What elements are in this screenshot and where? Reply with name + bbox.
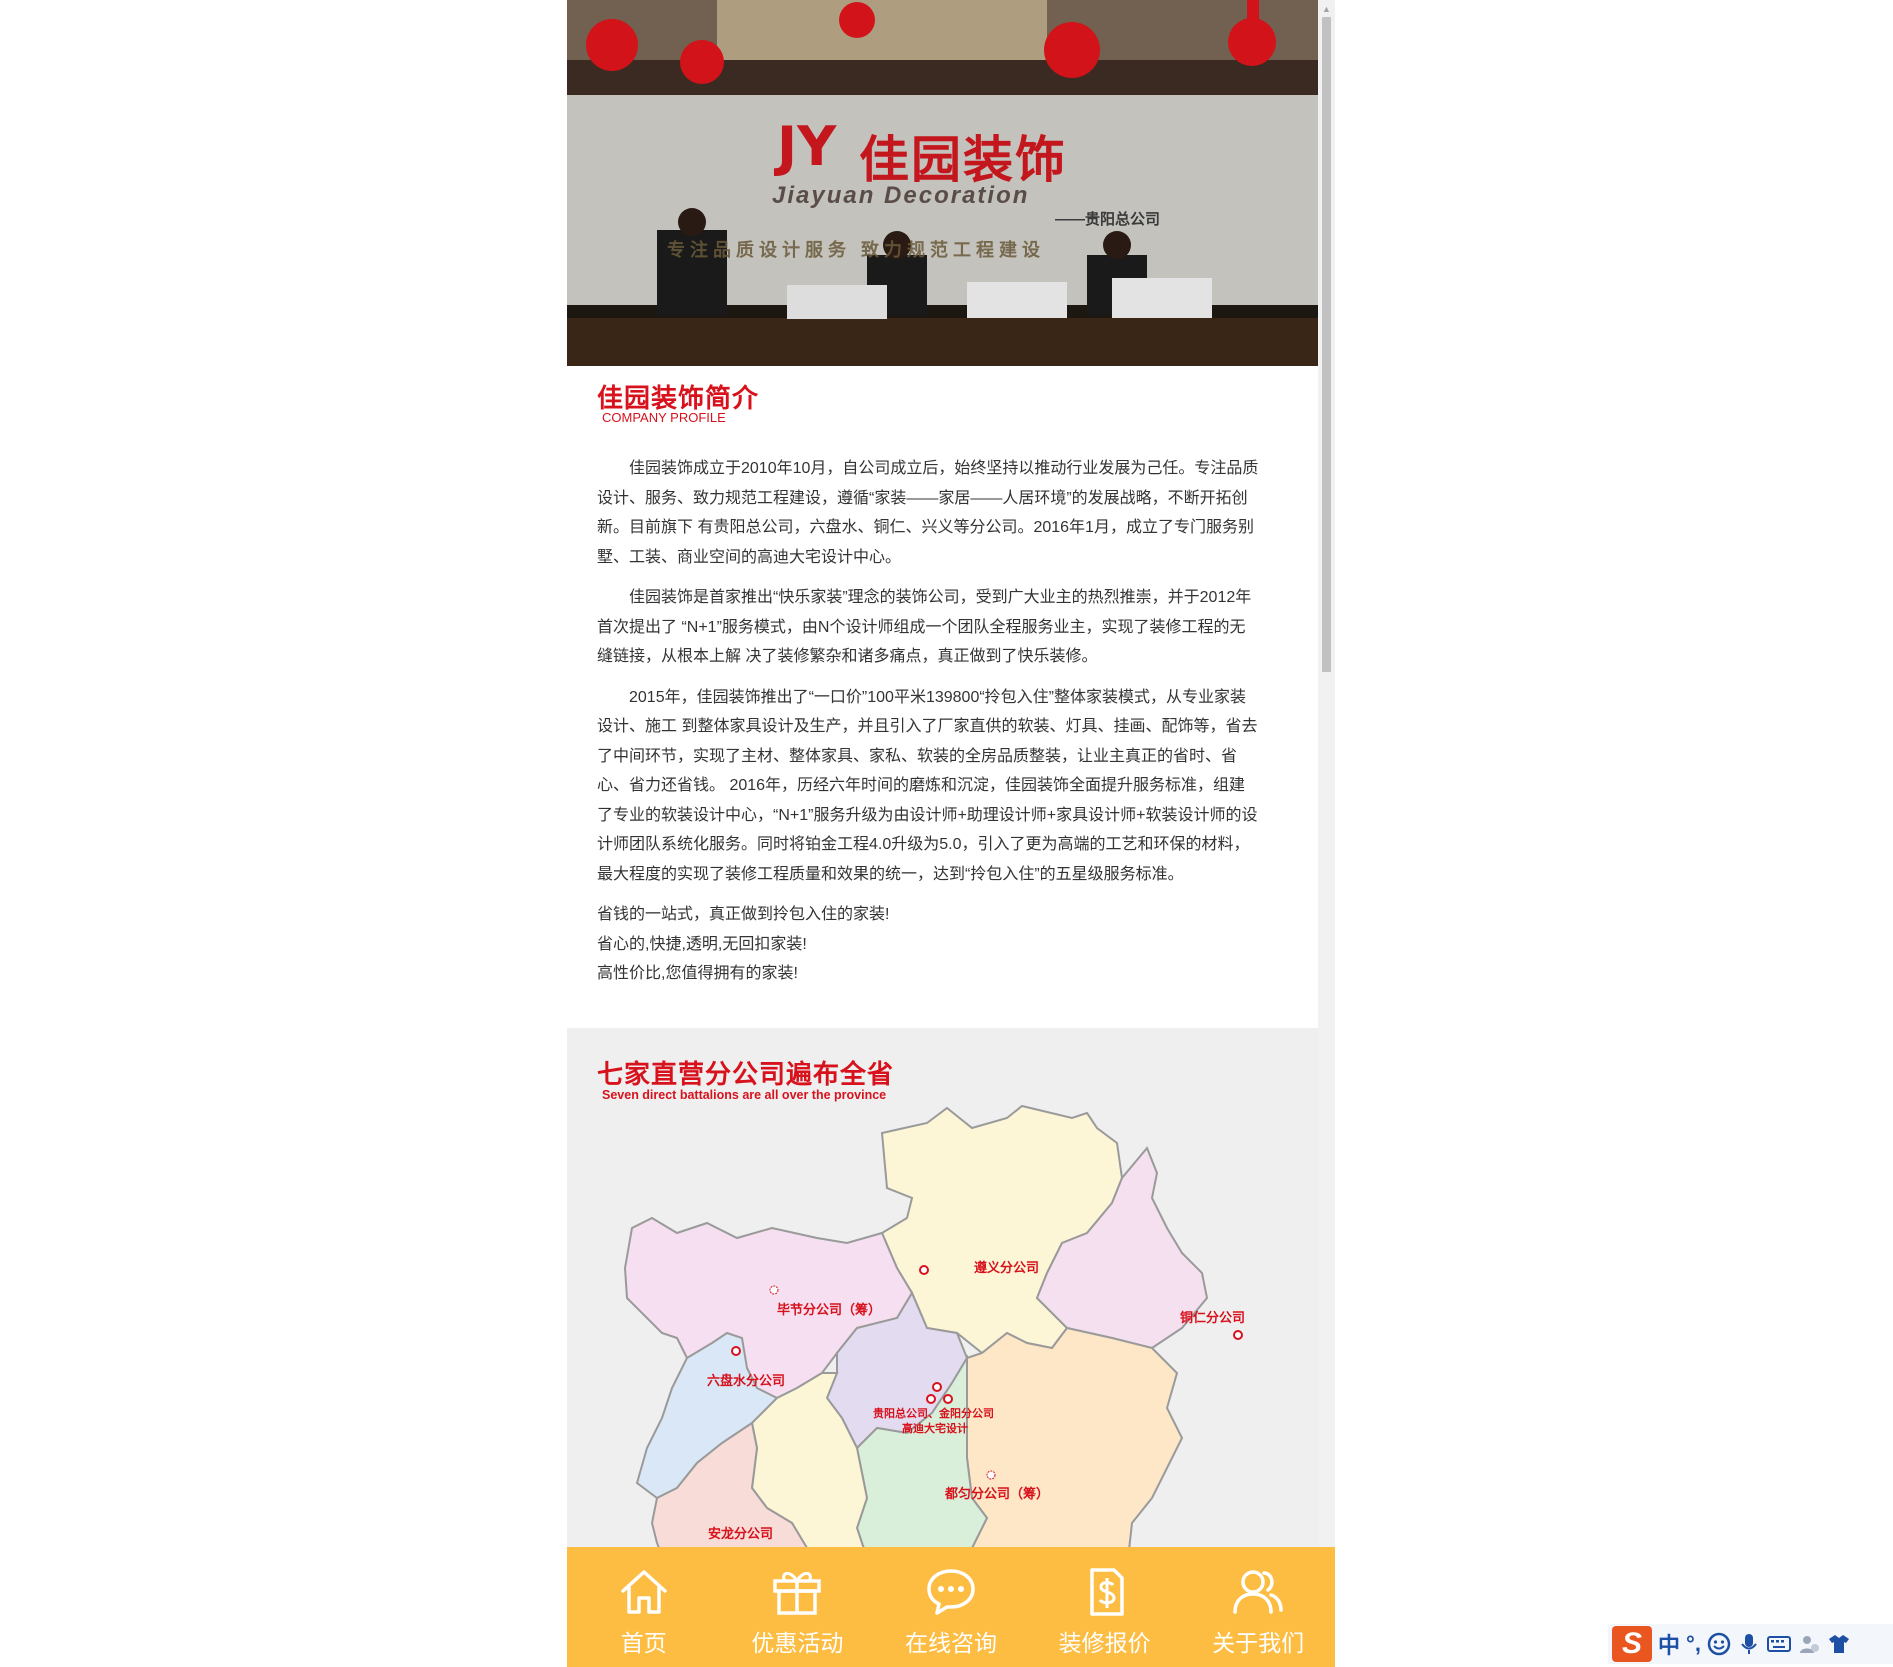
hero-brand-english: Jiayuan Decoration bbox=[772, 182, 1030, 209]
section-subtitle: COMPANY PROFILE bbox=[602, 410, 726, 425]
home-icon bbox=[621, 1570, 667, 1614]
ime-language-toggle[interactable]: 中 bbox=[1658, 1628, 1680, 1660]
nav-quote[interactable]: 装修报价 bbox=[1028, 1547, 1182, 1667]
nav-home[interactable]: 首页 bbox=[567, 1547, 721, 1667]
bottom-nav-bar: 首页 优惠活动 在线咨询 装修报价 关于我们 bbox=[567, 1547, 1335, 1667]
nav-label: 首页 bbox=[620, 1631, 667, 1657]
map-label-zunyi: 遵义分公司 bbox=[974, 1260, 1040, 1275]
hero-slogan: 专注品质设计服务 致力规范工程建设 bbox=[667, 240, 1045, 260]
hero-branch-label: ——贵阳总公司 bbox=[1055, 211, 1161, 228]
nav-label: 优惠活动 bbox=[751, 1631, 844, 1657]
profile-paragraph: 2015年，佳园装饰推出了“一口价”100平米139800“拎包入住”整体家装模… bbox=[597, 688, 1258, 883]
tagline: 省钱的一站式，真正做到拎包入住的家装! bbox=[597, 906, 890, 923]
skin-shirt-icon[interactable] bbox=[1827, 1632, 1851, 1656]
svg-text:JY: JY bbox=[773, 115, 837, 178]
emoji-icon[interactable] bbox=[1707, 1632, 1731, 1656]
nav-label: 装修报价 bbox=[1058, 1631, 1151, 1657]
profile-paragraph: 佳园装饰成立于2010年10月，自公司成立后，始终坚持以推动行业发展为己任。专注… bbox=[597, 460, 1259, 566]
nav-label: 在线咨询 bbox=[904, 1631, 997, 1657]
ime-toolbar: S 中 °, bbox=[1608, 1624, 1893, 1664]
nav-promotions[interactable]: 优惠活动 bbox=[721, 1547, 875, 1667]
map-label-gaodi: 高迪大宅设计 bbox=[902, 1423, 968, 1435]
tagline: 省心的,快捷,透明,无回扣家装! bbox=[597, 935, 807, 953]
map-label-guiyang: 贵阳总公司、金阳分公司 bbox=[873, 1408, 994, 1420]
mobile-page: JY 佳园装饰 Jiayuan Decoration ——贵阳总公司 专注品质设… bbox=[567, 0, 1335, 1667]
user-account-icon[interactable] bbox=[1797, 1632, 1821, 1656]
nav-about[interactable]: 关于我们 bbox=[1181, 1547, 1335, 1667]
price-tag-icon bbox=[1089, 1568, 1124, 1616]
nav-consult[interactable]: 在线咨询 bbox=[874, 1547, 1028, 1667]
company-profile-section: 佳园装饰简介 COMPANY PROFILE 佳园装饰成立于2010年10月，自… bbox=[567, 366, 1318, 1028]
scroll-up-arrow-icon[interactable]: ▲ bbox=[1322, 4, 1331, 14]
chat-icon bbox=[927, 1569, 975, 1615]
sogou-logo-icon[interactable]: S bbox=[1612, 1626, 1652, 1662]
tagline: 高性价比,您值得拥有的家装! bbox=[597, 965, 798, 982]
nav-label: 关于我们 bbox=[1212, 1631, 1305, 1657]
hero-banner: JY 佳园装饰 Jiayuan Decoration ——贵阳总公司 专注品质设… bbox=[567, 0, 1318, 366]
ime-punctuation-toggle[interactable]: °, bbox=[1686, 1631, 1701, 1657]
section-subtitle: Seven direct battalions are all over the… bbox=[602, 1088, 887, 1102]
keyboard-icon[interactable] bbox=[1766, 1632, 1791, 1656]
profile-paragraph: 佳园装饰是首家推出“快乐家装”理念的装饰公司，受到广大业主的热烈推崇，并于201… bbox=[597, 589, 1252, 665]
gift-icon bbox=[773, 1572, 822, 1615]
users-icon bbox=[1233, 1570, 1283, 1614]
microphone-icon[interactable] bbox=[1737, 1632, 1761, 1656]
map-label-anlong: 安龙分公司 bbox=[708, 1526, 774, 1541]
map-label-tongren: 铜仁分公司 bbox=[1180, 1310, 1246, 1325]
section-title: 七家直营分公司遍布全省 bbox=[597, 1059, 895, 1089]
map-label-liupanshui: 六盘水分公司 bbox=[707, 1373, 786, 1388]
map-label-bijie: 毕节分公司（筹） bbox=[777, 1302, 882, 1317]
profile-text: 佳园装饰成立于2010年10月，自公司成立后，始终坚持以推动行业发展为己任。专注… bbox=[597, 454, 1261, 989]
map-label-duyun: 都匀分公司（筹） bbox=[945, 1486, 1050, 1501]
scrollbar-thumb[interactable] bbox=[1322, 17, 1331, 672]
vertical-scrollbar[interactable]: ▲ bbox=[1318, 0, 1335, 1667]
